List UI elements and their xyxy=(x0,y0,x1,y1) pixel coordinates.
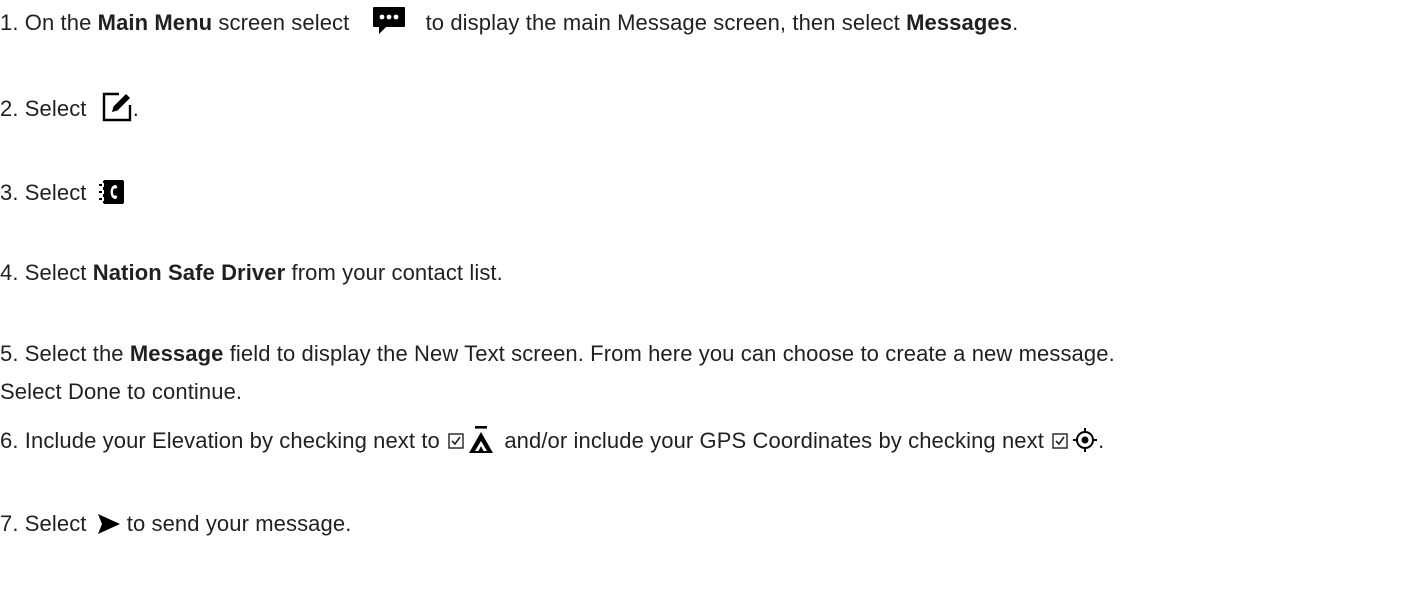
step-number: 2. xyxy=(0,96,19,121)
checked-box-icon xyxy=(1052,432,1068,449)
step-7: 7. Select to send your message. xyxy=(0,511,352,536)
messages-label: Messages xyxy=(906,10,1013,35)
contact-name: Nation Safe Driver xyxy=(92,260,286,285)
contact-book-phone-icon xyxy=(98,179,125,205)
send-arrow-icon xyxy=(97,513,121,535)
message-field-label: Message xyxy=(129,341,224,366)
step-number: 6. xyxy=(0,428,19,453)
step-number: 5. xyxy=(0,341,19,366)
step-6: 6. Include your Elevation by checking ne… xyxy=(0,425,1104,456)
step-3: 3. Select xyxy=(0,178,125,208)
elevation-mountain-icon xyxy=(468,425,494,455)
gps-crosshair-icon xyxy=(1072,427,1098,453)
main-menu-label: Main Menu xyxy=(97,10,213,35)
step-number: 7. xyxy=(0,511,19,536)
checked-box-icon xyxy=(448,432,464,449)
speech-bubble-ellipsis-icon xyxy=(372,6,406,36)
compose-pencil-icon xyxy=(101,91,133,123)
step-4: 4. Select Nation Safe Driver from your c… xyxy=(0,260,503,285)
step-number: 3. xyxy=(0,180,19,205)
step-number: 4. xyxy=(0,260,19,285)
step-number: 1. xyxy=(0,10,19,35)
step-2: 2. Select . xyxy=(0,91,139,124)
step-5: 5. Select the Message field to display t… xyxy=(0,341,1115,404)
step-1: 1. On the Main Menu screen select to dis… xyxy=(0,6,1018,38)
